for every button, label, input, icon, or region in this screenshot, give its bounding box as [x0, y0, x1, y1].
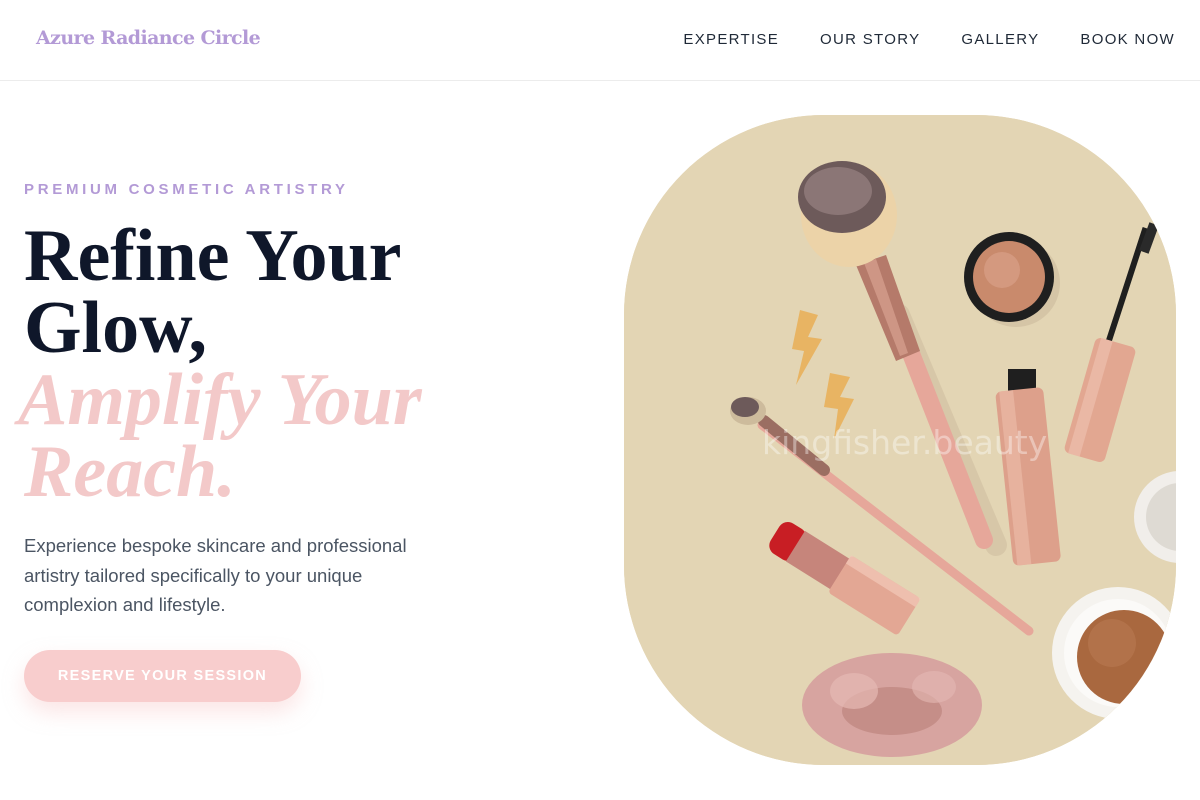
nav-our-story[interactable]: OUR STORY: [820, 31, 920, 48]
main-nav: EXPERTISE OUR STORY GALLERY BOOK NOW: [683, 31, 1175, 48]
hero-description: Experience bespoke skincare and professi…: [24, 535, 407, 615]
site-header: Azure Radiance Circle EXPERTISE OUR STOR…: [0, 0, 1200, 81]
nav-book-now[interactable]: BOOK NOW: [1080, 31, 1175, 48]
scrunchie-icon: [802, 653, 982, 757]
headline-line-1: Refine Your: [24, 215, 402, 297]
hero-eyebrow: PREMIUM COSMETIC ARTISTRY: [24, 181, 349, 198]
nav-gallery[interactable]: GALLERY: [961, 31, 1039, 48]
hero-headline: Refine Your Glow, Amplify Your Reach.: [18, 215, 484, 513]
headline-line-2: Glow,: [24, 287, 207, 369]
brand-logo[interactable]: Azure Radiance Circle: [36, 27, 261, 49]
image-watermark: kingfisher.beauty: [762, 423, 1048, 462]
hero-image: kingfisher.beauty: [624, 115, 1176, 765]
headline-accent-line-1: Amplify Your: [18, 359, 422, 441]
nav-expertise[interactable]: EXPERTISE: [683, 31, 779, 48]
reserve-session-button[interactable]: RESERVE YOUR SESSION: [24, 650, 301, 702]
headline-accent-line-2: Reach.: [24, 431, 236, 513]
